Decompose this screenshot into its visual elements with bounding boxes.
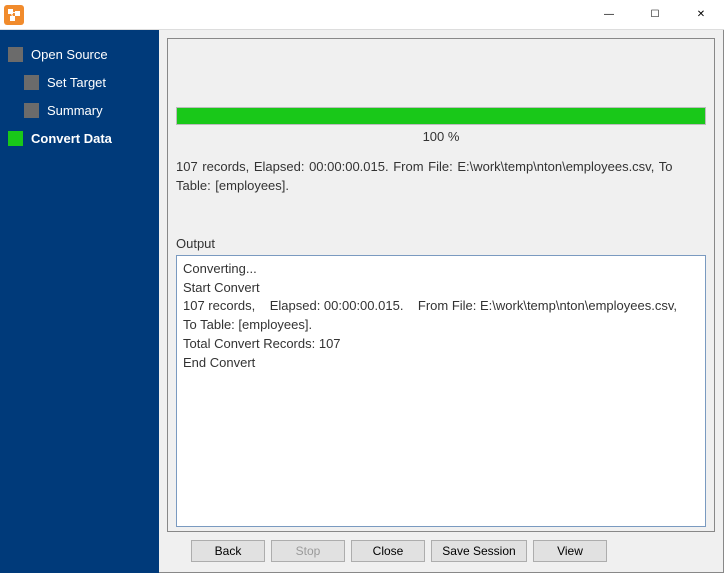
save-session-button[interactable]: Save Session <box>431 540 527 562</box>
window-controls: — ☐ ✕ <box>586 0 724 30</box>
view-button[interactable]: View <box>533 540 607 562</box>
step-icon <box>24 75 39 90</box>
close-window-button[interactable]: ✕ <box>678 0 724 30</box>
step-icon <box>24 103 39 118</box>
step-icon <box>8 47 23 62</box>
nav-item-set-target[interactable]: Set Target <box>8 68 159 96</box>
nav-item-convert-data[interactable]: Convert Data <box>8 124 159 152</box>
maximize-button[interactable]: ☐ <box>632 0 678 30</box>
main-panel: 100 % 107 records, Elapsed: 00:00:00.015… <box>159 30 724 573</box>
progress-area: 100 % <box>176 107 706 144</box>
nav-label: Summary <box>47 103 103 118</box>
progress-bar <box>176 107 706 125</box>
progress-bar-fill <box>177 108 705 124</box>
progress-percent-label: 100 % <box>176 129 706 144</box>
nav-item-summary[interactable]: Summary <box>8 96 159 124</box>
nav-label: Set Target <box>47 75 106 90</box>
nav-item-open-source[interactable]: Open Source <box>8 40 159 68</box>
body-area: Open Source Set Target Summary Convert D… <box>0 30 724 573</box>
nav-tree: Open Source Set Target Summary Convert D… <box>0 40 159 152</box>
titlebar-left <box>0 5 24 25</box>
step-icon-active <box>8 131 23 146</box>
nav-label: Open Source <box>31 47 108 62</box>
content-panel: 100 % 107 records, Elapsed: 00:00:00.015… <box>167 38 715 532</box>
app-icon <box>4 5 24 25</box>
minimize-button[interactable]: — <box>586 0 632 30</box>
titlebar: — ☐ ✕ <box>0 0 724 30</box>
sidebar: Open Source Set Target Summary Convert D… <box>0 30 159 573</box>
stop-button[interactable]: Stop <box>271 540 345 562</box>
nav-label: Convert Data <box>31 131 112 146</box>
output-textarea[interactable] <box>176 255 706 527</box>
button-row: Back Stop Close Save Session View <box>167 532 715 564</box>
close-button[interactable]: Close <box>351 540 425 562</box>
status-text: 107 records, Elapsed: 00:00:00.015. From… <box>176 158 706 196</box>
back-button[interactable]: Back <box>191 540 265 562</box>
output-label: Output <box>176 236 706 251</box>
